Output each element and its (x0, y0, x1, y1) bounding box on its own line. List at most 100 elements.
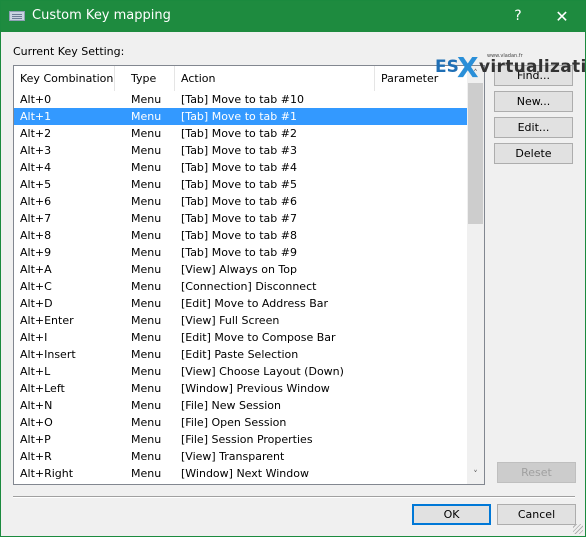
table-row[interactable]: Alt+4 Menu [Tab] Move to tab #4 (14, 159, 470, 176)
table-row[interactable]: Alt+Left Menu [Window] Previous Window (14, 380, 470, 397)
table-row[interactable]: Alt+D Menu [Edit] Move to Address Bar (14, 295, 470, 312)
table-row[interactable]: Alt+1 Menu [Tab] Move to tab #1 (14, 108, 470, 125)
cancel-button[interactable]: Cancel (497, 504, 576, 525)
cell-action: [Tab] Move to tab #7 (181, 212, 297, 225)
cell-key-combination: Alt+8 (20, 229, 52, 242)
table-row[interactable]: Alt+Insert Menu [Edit] Paste Selection (14, 346, 470, 363)
reset-button[interactable]: Reset (497, 462, 576, 483)
resize-grip-icon[interactable] (573, 524, 583, 534)
column-header-action[interactable]: Action (175, 66, 375, 91)
list-rows: Alt+0 Menu [Tab] Move to tab #10 Alt+1 Menu [… (14, 91, 470, 482)
table-row[interactable]: Alt+L Menu [View] Choose Layout (Down) (14, 363, 470, 380)
table-row[interactable]: Alt+6 Menu [Tab] Move to tab #6 (14, 193, 470, 210)
cell-type: Menu (131, 280, 162, 293)
table-row[interactable]: Alt+C Menu [Connection] Disconnect (14, 278, 470, 295)
find-button[interactable]: Find... (494, 65, 573, 86)
window-title: Custom Key mapping (32, 8, 171, 23)
cell-action: [View] Choose Layout (Down) (181, 365, 344, 378)
edit-button[interactable]: Edit... (494, 117, 573, 138)
help-button[interactable]: ? (501, 1, 535, 32)
table-row[interactable]: Alt+Enter Menu [View] Full Screen (14, 312, 470, 329)
cell-action: [Tab] Move to tab #4 (181, 161, 297, 174)
cell-action: [File] Session Properties (181, 433, 313, 446)
cell-key-combination: Alt+0 (20, 93, 52, 106)
cell-action: [Tab] Move to tab #3 (181, 144, 297, 157)
cell-action: [Connection] Disconnect (181, 280, 317, 293)
cell-type: Menu (131, 246, 162, 259)
cell-type: Menu (131, 229, 162, 242)
cell-key-combination: Alt+O (20, 416, 53, 429)
vertical-scrollbar[interactable]: ˄ ˅ (467, 66, 484, 484)
watermark-url: www.vladan.fr (487, 53, 523, 59)
cell-key-combination: Alt+1 (20, 110, 52, 123)
cell-key-combination: Alt+7 (20, 212, 52, 225)
cell-type: Menu (131, 161, 162, 174)
cell-key-combination: Alt+P (20, 433, 51, 446)
table-row[interactable]: Alt+9 Menu [Tab] Move to tab #9 (14, 244, 470, 261)
cell-action: [Edit] Paste Selection (181, 348, 299, 361)
scroll-down-arrow-icon[interactable]: ˅ (467, 467, 484, 484)
table-row[interactable]: Alt+3 Menu [Tab] Move to tab #3 (14, 142, 470, 159)
footer-separator (13, 496, 575, 498)
table-row[interactable]: Alt+O Menu [File] Open Session (14, 414, 470, 431)
table-row[interactable]: Alt+2 Menu [Tab] Move to tab #2 (14, 125, 470, 142)
column-header-parameter[interactable]: Parameter (375, 66, 470, 91)
cell-action: [Tab] Move to tab #2 (181, 127, 297, 140)
scroll-up-arrow-icon[interactable]: ˄ (467, 66, 484, 83)
cell-action: [Tab] Move to tab #6 (181, 195, 297, 208)
cell-type: Menu (131, 178, 162, 191)
cell-action: [File] New Session (181, 399, 281, 412)
cell-key-combination: Alt+Left (20, 382, 65, 395)
cell-type: Menu (131, 297, 162, 310)
table-row[interactable]: Alt+Right Menu [Window] Next Window (14, 465, 470, 482)
list-header: Key Combination Type Action Parameter (14, 66, 470, 91)
scrollbar-thumb[interactable] (468, 83, 483, 224)
table-row[interactable]: Alt+I Menu [Edit] Move to Compose Bar (14, 329, 470, 346)
cell-type: Menu (131, 467, 162, 480)
table-row[interactable]: Alt+A Menu [View] Always on Top (14, 261, 470, 278)
cell-type: Menu (131, 127, 162, 140)
cell-type: Menu (131, 450, 162, 463)
table-row[interactable]: Alt+5 Menu [Tab] Move to tab #5 (14, 176, 470, 193)
keyboard-icon (9, 11, 25, 21)
cell-key-combination: Alt+D (20, 297, 53, 310)
custom-key-mapping-dialog: Custom Key mapping ? ✕ Current Key Setti… (0, 0, 586, 537)
table-row[interactable]: Alt+8 Menu [Tab] Move to tab #8 (14, 227, 470, 244)
table-row[interactable]: Alt+N Menu [File] New Session (14, 397, 470, 414)
cell-type: Menu (131, 348, 162, 361)
cell-key-combination: Alt+A (20, 263, 52, 276)
cell-action: [Tab] Move to tab #1 (181, 110, 297, 123)
cell-key-combination: Alt+5 (20, 178, 52, 191)
table-row[interactable]: Alt+P Menu [File] Session Properties (14, 431, 470, 448)
table-row[interactable]: Alt+R Menu [View] Transparent (14, 448, 470, 465)
table-row[interactable]: Alt+7 Menu [Tab] Move to tab #7 (14, 210, 470, 227)
cell-key-combination: Alt+3 (20, 144, 52, 157)
cell-action: [Tab] Move to tab #8 (181, 229, 297, 242)
cell-type: Menu (131, 212, 162, 225)
new-button[interactable]: New... (494, 91, 573, 112)
cell-key-combination: Alt+Right (20, 467, 74, 480)
cell-type: Menu (131, 365, 162, 378)
current-key-setting-label: Current Key Setting: (13, 45, 125, 58)
column-header-key-combination[interactable]: Key Combination (14, 66, 115, 91)
cell-action: [Tab] Move to tab #10 (181, 93, 304, 106)
cell-key-combination: Alt+Enter (20, 314, 74, 327)
close-button[interactable]: ✕ (539, 1, 585, 32)
cell-key-combination: Alt+4 (20, 161, 52, 174)
cell-type: Menu (131, 433, 162, 446)
delete-button[interactable]: Delete (494, 143, 573, 164)
cell-key-combination: Alt+Insert (20, 348, 76, 361)
cell-action: [File] Open Session (181, 416, 287, 429)
cell-action: [Window] Previous Window (181, 382, 330, 395)
ok-button[interactable]: OK (412, 504, 491, 525)
cell-key-combination: Alt+L (20, 365, 51, 378)
cell-type: Menu (131, 314, 162, 327)
cell-type: Menu (131, 195, 162, 208)
table-row[interactable]: Alt+0 Menu [Tab] Move to tab #10 (14, 91, 470, 108)
cell-type: Menu (131, 331, 162, 344)
column-header-type[interactable]: Type (115, 66, 175, 91)
key-mapping-list[interactable]: Key Combination Type Action Parameter Al… (13, 65, 485, 485)
cell-action: [View] Always on Top (181, 263, 297, 276)
cell-action: [Edit] Move to Address Bar (181, 297, 329, 310)
cell-type: Menu (131, 144, 162, 157)
